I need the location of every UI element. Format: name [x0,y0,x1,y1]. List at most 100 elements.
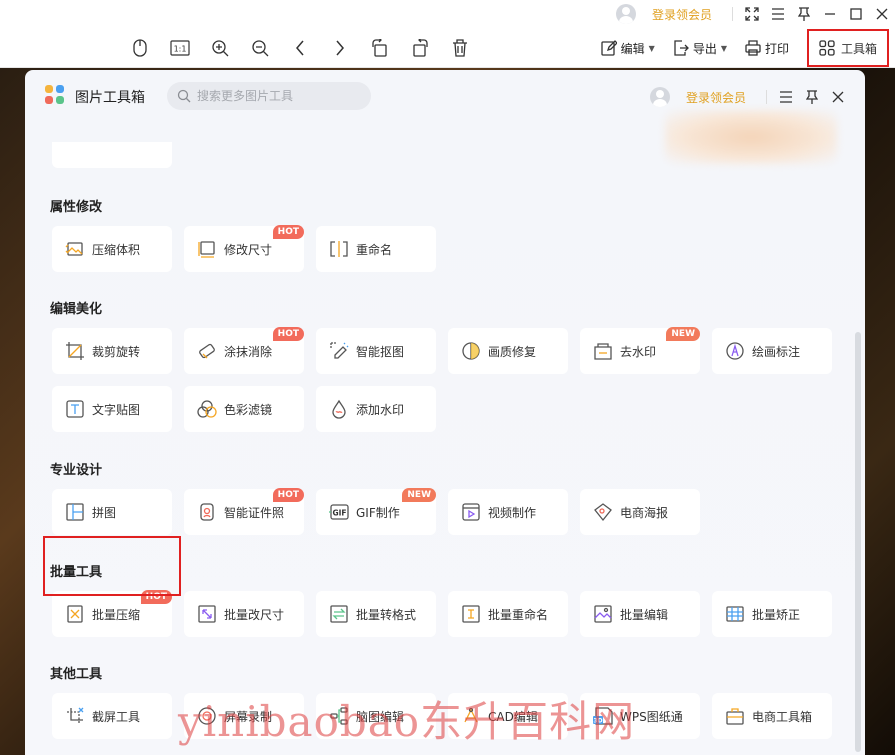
tool-label: 电商工具箱 [752,709,813,724]
tool-label: 重命名 [356,242,393,257]
tool-card-batch-edit[interactable]: 批量编辑 [580,591,700,637]
new-badge: NEW [666,327,700,341]
collage-highlight-frame [43,536,181,596]
compress-image-icon [64,238,86,260]
mouse-icon[interactable] [128,36,152,60]
vip-login-link[interactable]: 登录领会员 [652,6,712,23]
fullscreen-icon[interactable] [739,1,765,27]
image-toolbar: 1:1 编辑 ▼ 导出 ▼ 打印 工具箱 [0,28,895,68]
tool-card-resize[interactable]: 修改尺寸 HOT [184,225,304,272]
tool-card-batch-rename[interactable]: 批量重命名 [448,591,568,637]
tool-card-ecommerce-poster[interactable]: 电商海报 [580,489,700,535]
tool-label: 文字贴图 [92,402,141,417]
tool-card-compress[interactable]: 压缩体积 [52,226,172,272]
add-watermark-icon [328,398,350,420]
tool-card-rename[interactable]: 重命名 [316,226,436,272]
toolbox-logo-icon [45,85,65,105]
tool-card-quality-repair[interactable]: 画质修复 [448,328,568,374]
tool-card-text-sticker[interactable]: 文字贴图 [52,386,172,432]
next-icon[interactable] [328,36,352,60]
tool-label: 截屏工具 [92,709,141,724]
tool-card-remove-watermark[interactable]: 去水印 NEW [580,327,700,374]
tool-label: 色彩滤镜 [224,402,273,417]
tool-card-draw-annotate[interactable]: 绘画标注 [712,328,832,374]
resize-icon [196,238,218,260]
tool-card-screenshot[interactable]: 截屏工具 [52,693,172,739]
toolbox-button[interactable]: 工具箱 [807,29,889,67]
divider [732,7,733,21]
vip-login-link[interactable]: 登录领会员 [686,89,746,106]
menu-icon[interactable] [773,84,799,110]
rename-icon [328,238,350,260]
actual-size-icon[interactable]: 1:1 [168,36,192,60]
panel-scrollbar[interactable] [855,332,861,752]
tool-card-batch-convert[interactable]: 批量转格式 [316,591,436,637]
pin-icon[interactable] [791,1,817,27]
tool-card-add-watermark[interactable]: 添加水印 [316,386,436,432]
pin-icon[interactable] [799,84,825,110]
menu-icon[interactable] [765,1,791,27]
ecommerce-toolbox-icon [724,705,746,727]
export-label: 导出 [692,41,717,56]
quality-repair-icon [460,340,482,362]
tool-label: 添加水印 [356,402,405,417]
export-button[interactable]: 导出 ▼ [673,40,727,57]
panel-header: 图片工具箱 登录领会员 [25,70,865,122]
tool-card-video-make[interactable]: 视频制作 [448,489,568,535]
delete-icon[interactable] [448,36,472,60]
color-filter-icon [196,398,218,420]
section-title: 专业设计 [50,463,103,478]
tool-card-ecommerce-toolbox[interactable]: 电商工具箱 [712,693,832,739]
tool-label: 画质修复 [488,344,537,359]
search-icon [177,89,191,103]
batch-correct-icon [724,603,746,625]
hot-badge: HOT [272,225,304,239]
partial-tool-card[interactable] [52,142,172,168]
print-label: 打印 [764,41,789,56]
image-toolbox-panel: 图片工具箱 登录领会员 属性修改 压缩体积 [25,70,865,755]
print-button[interactable]: 打印 [745,40,789,57]
panel-title: 图片工具箱 [75,90,145,106]
tool-label: 批量矫正 [752,607,801,622]
batch-convert-icon [328,603,350,625]
tool-card-batch-correct[interactable]: 批量矫正 [712,591,832,637]
tool-label: 批量改尺寸 [224,607,285,622]
close-panel-icon[interactable] [825,84,851,110]
tool-card-batch-compress[interactable]: 批量压缩 HOT [52,590,172,637]
close-window-icon[interactable] [869,1,895,27]
tool-card-batch-resize[interactable]: 批量改尺寸 [184,591,304,637]
user-avatar[interactable] [649,87,670,107]
tool-label: 修改尺寸 [224,242,273,257]
video-make-icon [460,501,482,523]
tool-card-collage[interactable]: 拼图 [52,489,172,535]
zoom-in-icon[interactable] [208,36,232,60]
tool-card-color-filter[interactable]: 色彩滤镜 [184,386,304,432]
zoom-out-icon[interactable] [248,36,272,60]
tool-label: 压缩体积 [92,242,141,257]
tool-card-eraser[interactable]: 涂抹消除 HOT [184,327,304,374]
draw-annotate-icon [724,340,746,362]
tool-card-gif[interactable]: GIF GIF制作 NEW [316,488,436,535]
batch-compress-icon [64,603,86,625]
new-badge: NEW [402,488,436,502]
edit-label: 编辑 [620,41,645,56]
grid-apps-icon [819,40,835,56]
tool-card-crop[interactable]: 裁剪旋转 [52,328,172,374]
edit-button[interactable]: 编辑 ▼ [600,40,655,57]
minimize-icon[interactable] [817,1,843,27]
divider [766,90,767,104]
search-box[interactable] [167,82,371,110]
tool-label: 批量重命名 [488,607,549,622]
maximize-icon[interactable] [843,1,869,27]
tool-label: 批量转格式 [356,607,417,622]
tool-label: 批量编辑 [620,607,669,622]
previous-icon[interactable] [288,36,312,60]
user-avatar[interactable] [615,4,636,24]
tool-card-smart-cutout[interactable]: 智能抠图 [316,328,436,374]
search-input[interactable] [197,89,357,103]
tool-card-id-photo[interactable]: 智能证件照 HOT [184,488,304,535]
hot-badge: HOT [272,327,304,341]
tool-label: 去水印 [620,344,657,359]
rotate-right-icon[interactable] [408,36,432,60]
rotate-left-icon[interactable] [368,36,392,60]
